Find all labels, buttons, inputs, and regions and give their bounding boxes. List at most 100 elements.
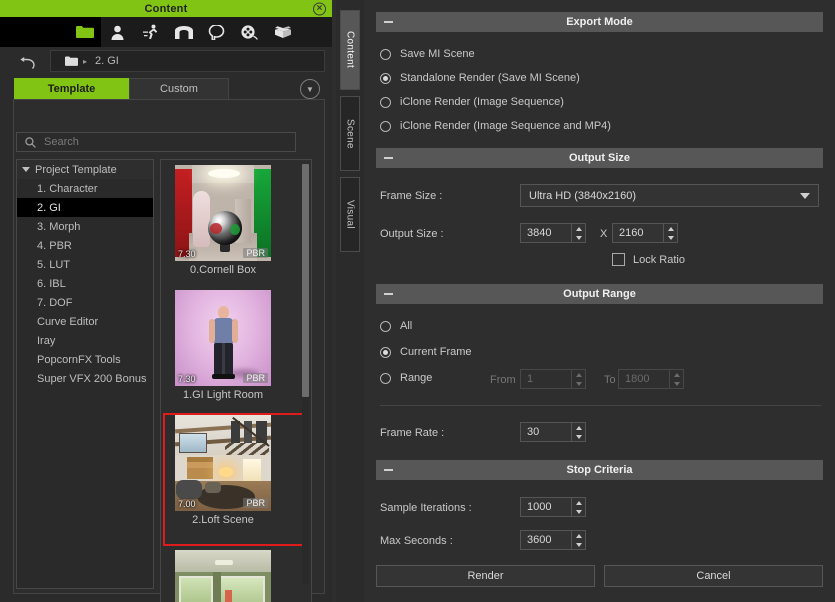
stepper-down[interactable]: [664, 233, 677, 242]
stepper-down[interactable]: [572, 507, 585, 516]
stepper-buttons[interactable]: [572, 530, 586, 550]
tree-item-dof[interactable]: 7. DOF: [17, 293, 153, 312]
tree-item-label: 7. DOF: [37, 296, 73, 309]
side-tab-label: Scene: [344, 118, 356, 149]
stepper-up[interactable]: [664, 224, 677, 233]
tree-item-curve-editor[interactable]: Curve Editor: [17, 312, 153, 331]
thumbnail-image-loft-scene[interactable]: 7.00 PBR: [175, 415, 271, 511]
stepper-down[interactable]: [572, 540, 585, 549]
tree-item-morph[interactable]: 3. Morph: [17, 217, 153, 236]
collapse-icon[interactable]: [384, 21, 393, 23]
thumbnail-image-4[interactable]: [175, 550, 271, 602]
tree-item-ibl[interactable]: 6. IBL: [17, 274, 153, 293]
radio-save-mi-scene[interactable]: Save MI Scene: [380, 48, 475, 60]
output-height-input[interactable]: 2160: [612, 223, 664, 243]
max-seconds-stepper[interactable]: 3600: [520, 530, 586, 550]
side-tab-scene[interactable]: Scene: [340, 96, 360, 171]
close-icon[interactable]: ✕: [313, 2, 326, 15]
range-to-stepper[interactable]: 1800: [618, 369, 684, 389]
sample-iterations-stepper[interactable]: 1000: [520, 497, 586, 517]
chevron-down-circle-icon[interactable]: ▼: [300, 79, 320, 99]
range-from-label: From: [490, 374, 516, 386]
tree-item-popcornfx-tools[interactable]: PopcornFX Tools: [17, 350, 153, 369]
frame-size-dropdown[interactable]: Ultra HD (3840x2160): [520, 184, 819, 207]
frame-rate-stepper[interactable]: 30: [520, 422, 586, 442]
radio-standalone-render[interactable]: Standalone Render (Save MI Scene): [380, 72, 580, 84]
stepper-down[interactable]: [670, 379, 683, 388]
side-tab-visual[interactable]: Visual: [340, 177, 360, 252]
section-header-output-range: Output Range: [376, 284, 823, 304]
tree-item-character[interactable]: 1. Character: [17, 179, 153, 198]
thumbnail-pbr-badge: PBR: [243, 498, 268, 508]
folder-icon[interactable]: [68, 17, 101, 47]
media-icon[interactable]: [233, 17, 266, 47]
set-icon[interactable]: [167, 17, 200, 47]
path-breadcrumb[interactable]: ▸ 2. GI: [50, 50, 325, 72]
tree-item-gi[interactable]: 2. GI: [17, 198, 153, 217]
stepper-down[interactable]: [572, 379, 585, 388]
search-icon: [25, 136, 36, 148]
sample-iterations-value: 1000: [527, 501, 552, 513]
tree-item-project-template[interactable]: Project Template: [17, 160, 153, 179]
back-arrow-icon[interactable]: [16, 55, 38, 71]
stepper-up[interactable]: [572, 531, 585, 540]
list-item[interactable]: [175, 550, 271, 602]
tree-item-pbr[interactable]: 4. PBR: [17, 236, 153, 255]
sample-iterations-input[interactable]: 1000: [520, 497, 572, 517]
tab-template[interactable]: Template: [14, 78, 129, 99]
max-seconds-input[interactable]: 3600: [520, 530, 572, 550]
list-item[interactable]: 7.30 PBR 0.Cornell Box: [175, 165, 271, 276]
range-from-stepper[interactable]: 1: [520, 369, 586, 389]
render-button[interactable]: Render: [376, 565, 595, 587]
radio-iclone-render-image-sequence-mp4[interactable]: iClone Render (Image Sequence and MP4): [380, 120, 611, 132]
stepper-buttons[interactable]: [670, 369, 684, 389]
stepper-down[interactable]: [572, 233, 585, 242]
radio-iclone-render-image-sequence[interactable]: iClone Render (Image Sequence): [380, 96, 564, 108]
radio-range-all[interactable]: All: [380, 320, 412, 332]
frame-rate-input[interactable]: 30: [520, 422, 572, 442]
range-from-input[interactable]: 1: [520, 369, 572, 389]
stepper-buttons[interactable]: [572, 223, 586, 243]
stepper-up[interactable]: [572, 498, 585, 507]
tab-custom[interactable]: Custom: [129, 78, 229, 99]
list-item[interactable]: 7.00 PBR 2.Loft Scene: [175, 415, 271, 526]
stepper-buttons[interactable]: [572, 422, 586, 442]
search-input[interactable]: Search: [16, 132, 296, 152]
list-item[interactable]: 7.30 PBR 1.GI Light Room: [175, 290, 271, 401]
side-tab-strip: Content Scene Visual: [336, 0, 364, 602]
stepper-up[interactable]: [572, 423, 585, 432]
character-icon[interactable]: [101, 17, 134, 47]
section-header-output-size: Output Size: [376, 148, 823, 168]
thumbnail-scrollbar-thumb[interactable]: [302, 164, 309, 397]
radio-range-current-frame[interactable]: Current Frame: [380, 346, 472, 358]
template-tree[interactable]: Project Template 1. Character 2. GI 3. M…: [16, 159, 154, 589]
tree-item-lut[interactable]: 5. LUT: [17, 255, 153, 274]
stepper-up[interactable]: [670, 370, 683, 379]
output-width-stepper[interactable]: 3840: [520, 223, 586, 243]
stepper-buttons[interactable]: [572, 497, 586, 517]
side-tab-content[interactable]: Content: [340, 10, 360, 90]
range-to-input[interactable]: 1800: [618, 369, 670, 389]
radio-range-custom[interactable]: Range: [380, 372, 432, 384]
stepper-buttons[interactable]: [664, 223, 678, 243]
thumbnail-image-cornell-box[interactable]: 7.30 PBR: [175, 165, 271, 261]
motion-icon[interactable]: [134, 17, 167, 47]
stepper-down[interactable]: [572, 432, 585, 441]
tree-item-iray[interactable]: Iray: [17, 331, 153, 350]
output-width-input[interactable]: 3840: [520, 223, 572, 243]
stepper-up[interactable]: [572, 370, 585, 379]
tree-item-super-vfx-200-bonus[interactable]: Super VFX 200 Bonus: [17, 369, 153, 388]
lock-ratio-checkbox[interactable]: Lock Ratio: [612, 253, 685, 266]
prop-icon[interactable]: [200, 17, 233, 47]
thumbnail-image-gi-light-room[interactable]: 7.30 PBR: [175, 290, 271, 386]
collapse-icon[interactable]: [384, 157, 393, 159]
stepper-up[interactable]: [572, 224, 585, 233]
toolbar-blank-area: [0, 17, 68, 47]
output-height-stepper[interactable]: 2160: [612, 223, 678, 243]
collapse-icon[interactable]: [384, 293, 393, 295]
collapse-icon[interactable]: [384, 469, 393, 471]
stepper-buttons[interactable]: [572, 369, 586, 389]
cancel-button[interactable]: Cancel: [604, 565, 823, 587]
package-icon[interactable]: [266, 17, 299, 47]
content-tab-row: Template Custom ▼: [0, 78, 332, 100]
